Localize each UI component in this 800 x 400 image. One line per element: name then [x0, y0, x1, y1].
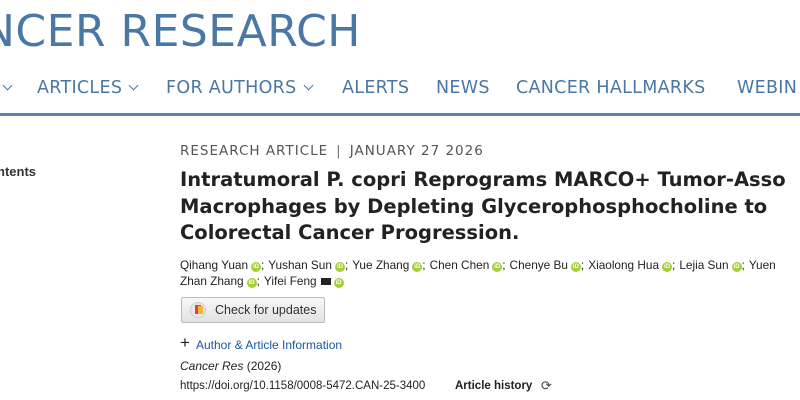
nav-item-alerts[interactable]: ALERTS	[342, 78, 409, 98]
author-link[interactable]: Yifei Feng	[264, 274, 317, 288]
article-date: JANUARY 27 2026	[349, 143, 484, 159]
nav-item-webinars[interactable]: WEBIN	[737, 78, 797, 98]
nav-item-label: NEWS	[436, 78, 490, 98]
nav-item-articles[interactable]: ARTICLES	[37, 78, 139, 98]
author-link[interactable]: Yushan Sun	[268, 258, 332, 272]
journal-name: Cancer Res	[180, 359, 244, 373]
author-link[interactable]: Yuen	[749, 258, 776, 272]
orcid-icon[interactable]: iD	[570, 262, 581, 272]
orcid-icon[interactable]: iD	[731, 262, 742, 272]
author-separator: ;	[422, 258, 426, 272]
nav-divider	[0, 113, 800, 116]
nav-item-label: WEBIN	[737, 78, 798, 98]
chevron-down-icon	[303, 80, 313, 91]
check-for-updates-label: Check for updates	[215, 303, 317, 317]
nav-item-label: FOR AUTHORS	[166, 78, 297, 98]
envelope-icon[interactable]	[320, 278, 331, 285]
author-link[interactable]: Chenye Bu	[510, 258, 568, 272]
nav-item-for-authors[interactable]: FOR AUTHORS	[166, 78, 313, 98]
author-separator: ;	[344, 258, 349, 272]
author-separator: ;	[502, 258, 506, 272]
site-logo[interactable]: NCER RESEARCH	[0, 6, 361, 58]
author-link[interactable]: Lejia Sun	[679, 258, 728, 272]
article-kicker: RESEARCH ARTICLE | JANUARY 27 2026	[180, 143, 484, 159]
author-list-line-2: Zhan Zhang iD; Yifei Feng iD	[180, 274, 344, 288]
article-history-link[interactable]: Article history	[455, 380, 532, 392]
plus-icon[interactable]: +	[180, 333, 190, 353]
author-link[interactable]: Qihang Yuan	[180, 258, 248, 272]
chevron-down-icon	[128, 80, 139, 91]
title-line: Intratumoral P. copri Reprograms MARCO+ …	[180, 168, 786, 191]
orcid-icon[interactable]: iD	[412, 262, 423, 272]
article-title: Intratumoral P. copri Reprograms MARCO+ …	[180, 167, 786, 247]
journal-year: (2026)	[246, 359, 282, 373]
article-type: RESEARCH ARTICLE	[180, 143, 329, 159]
nav-item-truncated[interactable]	[0, 78, 13, 98]
orcid-icon[interactable]: iD	[251, 262, 262, 272]
journal-citation: Cancer Res (2026)	[180, 359, 281, 373]
author-link[interactable]: Zhan Zhang	[180, 274, 244, 288]
nav-item-label: ALERTS	[342, 78, 410, 98]
chevron-down-icon	[2, 80, 13, 91]
author-separator: ;	[672, 258, 676, 272]
author-link[interactable]: Chen Chen	[430, 258, 490, 272]
kicker-separator: |	[336, 143, 342, 159]
orcid-icon[interactable]: iD	[334, 262, 345, 272]
nav-item-label: ARTICLES	[37, 78, 123, 98]
history-icon[interactable]: ⟳	[541, 378, 552, 394]
author-separator: ;	[741, 258, 745, 272]
nav-item-label: CANCER HALLMARKS	[516, 78, 706, 98]
nav-item-news[interactable]: NEWS	[436, 78, 490, 98]
author-article-info-link[interactable]: Author & Article Information	[196, 338, 342, 352]
author-separator: ;	[261, 258, 265, 272]
author-link[interactable]: Yue Zhang	[352, 258, 409, 272]
check-for-updates-button[interactable]: Check for updates	[181, 297, 325, 323]
author-separator: ;	[256, 274, 260, 288]
sidebar-contents-toggle[interactable]: ntents	[0, 164, 36, 179]
author-separator: ;	[580, 258, 585, 272]
orcid-icon[interactable]: iD	[333, 278, 344, 288]
title-line: Colorectal Cancer Progression.	[180, 221, 520, 244]
title-line: Macrophages by Depleting Glycerophosphoc…	[180, 194, 768, 218]
orcid-icon[interactable]: iD	[246, 278, 257, 288]
main-nav: ARTICLES FOR AUTHORS ALERTS NEWS CANCER …	[0, 68, 800, 110]
author-link[interactable]: Xiaolong Hua	[588, 258, 659, 272]
orcid-icon[interactable]: iD	[492, 262, 503, 272]
nav-item-cancer-hallmarks[interactable]: CANCER HALLMARKS	[516, 78, 706, 98]
author-list-line-1: Qihang Yuan iD; Yushan Sun iD; Yue Zhang iD; C…	[180, 258, 776, 272]
orcid-icon[interactable]: iD	[662, 262, 673, 272]
doi-link[interactable]: https://doi.org/10.1158/0008-5472.CAN-25…	[180, 380, 425, 392]
crossmark-icon	[190, 302, 206, 318]
